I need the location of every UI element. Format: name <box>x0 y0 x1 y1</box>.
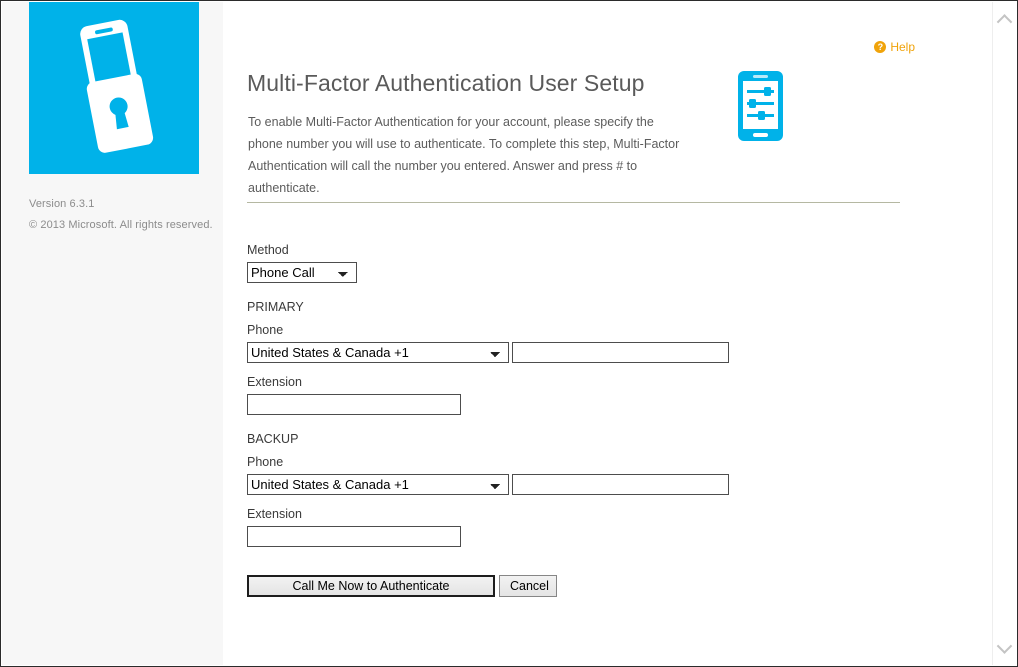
version-text: Version 6.3.1 <box>29 198 95 210</box>
backup-section-label: BACKUP <box>247 431 867 447</box>
application-window: Version 6.3.1 © 2013 Microsoft. All righ… <box>0 0 1018 667</box>
primary-section-label: PRIMARY <box>247 299 867 315</box>
help-label: Help <box>890 41 915 53</box>
intro-text: To enable Multi-Factor Authentication fo… <box>248 111 680 199</box>
cancel-button[interactable]: Cancel <box>499 575 557 597</box>
primary-extension-label: Extension <box>247 374 867 390</box>
primary-phone-input[interactable] <box>512 342 729 363</box>
vertical-scrollbar[interactable] <box>992 2 1016 665</box>
chevron-down-icon[interactable] <box>993 637 1016 657</box>
copyright-text: © 2013 Microsoft. All rights reserved. <box>29 219 213 231</box>
call-me-now-button[interactable]: Call Me Now to Authenticate <box>247 575 495 597</box>
primary-country-select[interactable]: United States & Canada +1 <box>247 342 509 363</box>
method-select[interactable]: Phone CallText MessageMobile App <box>247 262 357 283</box>
question-mark-icon: ? <box>874 41 886 53</box>
chevron-up-icon[interactable] <box>993 10 1016 30</box>
backup-phone-input[interactable] <box>512 474 729 495</box>
primary-phone-label: Phone <box>247 322 867 338</box>
button-row: Call Me Now to Authenticate Cancel <box>247 575 867 597</box>
backup-extension-label: Extension <box>247 506 867 522</box>
main-content: ? Help Multi-Factor Authentication User … <box>223 2 993 665</box>
backup-extension-input[interactable] <box>247 526 461 547</box>
phone-settings-icon <box>737 70 784 147</box>
primary-phone-row: United States & Canada +1 <box>247 342 867 363</box>
backup-phone-row: United States & Canada +1 <box>247 474 867 495</box>
page-body: Version 6.3.1 © 2013 Microsoft. All righ… <box>2 2 993 665</box>
page-title: Multi-Factor Authentication User Setup <box>247 70 645 97</box>
help-link[interactable]: ? Help <box>874 41 915 53</box>
backup-country-select[interactable]: United States & Canada +1 <box>247 474 509 495</box>
backup-phone-label: Phone <box>247 454 867 470</box>
section-divider <box>247 202 900 203</box>
mfa-setup-form: Method Phone CallText MessageMobile App … <box>247 242 867 597</box>
method-label: Method <box>247 242 867 258</box>
phone-lock-icon <box>29 2 199 174</box>
sidebar: Version 6.3.1 © 2013 Microsoft. All righ… <box>2 2 223 665</box>
primary-extension-input[interactable] <box>247 394 461 415</box>
